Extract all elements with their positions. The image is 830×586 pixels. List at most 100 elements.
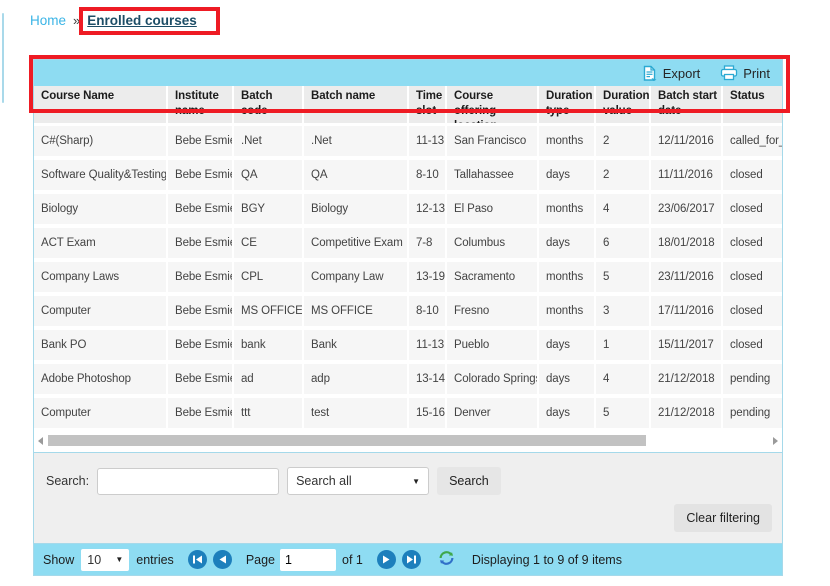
search-filter-select[interactable]: Search all ▼ (287, 467, 429, 495)
search-input[interactable] (97, 468, 279, 495)
cell-batch-code: ttt (234, 398, 304, 428)
table-header-row: Course NameInstitute nameBatch codeBatch… (34, 86, 782, 123)
cell-institute-name: Bebe Esmie (168, 398, 234, 428)
cell-duration-type: months (539, 126, 596, 156)
column-header-course-name[interactable]: Course Name (34, 86, 168, 123)
cell-batch-name: .Net (304, 126, 409, 156)
previous-page-button[interactable] (213, 550, 232, 569)
cell-batch-start-date: 23/11/2016 (651, 262, 723, 292)
column-header-duration-type[interactable]: Duration type (539, 86, 596, 123)
table-row[interactable]: ComputerBebe Esmiettttest15-16Denverdays… (34, 398, 782, 428)
cell-course-offering-location: Pueblo (447, 330, 539, 360)
cell-time-slot: 11-13 (409, 126, 447, 156)
cell-batch-start-date: 21/12/2018 (651, 398, 723, 428)
export-icon (641, 65, 658, 82)
cell-duration-value: 1 (596, 330, 651, 360)
cell-status: closed (723, 296, 782, 326)
page-number-input[interactable] (280, 549, 336, 571)
cell-batch-start-date: 23/06/2017 (651, 194, 723, 224)
cell-batch-start-date: 15/11/2017 (651, 330, 723, 360)
column-header-status[interactable]: Status (723, 86, 782, 123)
column-header-batch-start-date[interactable]: Batch start date (651, 86, 723, 123)
column-header-duration-value[interactable]: Duration value (596, 86, 651, 123)
breadcrumb-home-link[interactable]: Home (30, 13, 66, 28)
cell-course-offering-location: Denver (447, 398, 539, 428)
cell-institute-name: Bebe Esmie (168, 194, 234, 224)
table-row[interactable]: ACT ExamBebe EsmieCECompetitive Exam7-8C… (34, 228, 782, 258)
cell-institute-name: Bebe Esmie (168, 160, 234, 190)
table-row[interactable]: Adobe PhotoshopBebe Esmieadadp13-14Color… (34, 364, 782, 394)
refresh-icon[interactable] (437, 549, 456, 570)
table-body: C#(Sharp)Bebe Esmie.Net.Net11-13San Fran… (34, 123, 782, 428)
scroll-left-arrow-icon[interactable] (38, 437, 43, 445)
cell-duration-value: 2 (596, 126, 651, 156)
cell-batch-code: bank (234, 330, 304, 360)
cell-batch-name: adp (304, 364, 409, 394)
cell-time-slot: 13-19 (409, 262, 447, 292)
cell-duration-type: days (539, 330, 596, 360)
column-header-institute-name[interactable]: Institute name (168, 86, 234, 123)
table-row[interactable]: C#(Sharp)Bebe Esmie.Net.Net11-13San Fran… (34, 126, 782, 156)
page-size-select[interactable]: 10 ▼ (81, 549, 129, 571)
cell-batch-start-date: 12/11/2016 (651, 126, 723, 156)
page-size-value: 10 (87, 553, 101, 567)
cell-duration-type: days (539, 228, 596, 258)
cell-course-name: ACT Exam (34, 228, 168, 258)
cell-course-offering-location: Sacramento (447, 262, 539, 292)
cell-batch-name: test (304, 398, 409, 428)
cell-course-name: Company Laws (34, 262, 168, 292)
search-label: Search: (46, 474, 89, 488)
table-row[interactable]: Company LawsBebe EsmieCPLCompany Law13-1… (34, 262, 782, 292)
print-icon (720, 65, 738, 81)
cell-batch-name: QA (304, 160, 409, 190)
column-header-course-offering-location[interactable]: Course offering location (447, 86, 539, 123)
cell-status: closed (723, 262, 782, 292)
cell-duration-value: 5 (596, 398, 651, 428)
cell-status: pending (723, 364, 782, 394)
export-button[interactable]: Export (641, 65, 701, 82)
print-button[interactable]: Print (720, 65, 770, 81)
cell-batch-name: Biology (304, 194, 409, 224)
breadcrumb: Home » Enrolled courses (30, 13, 197, 28)
cell-duration-type: days (539, 398, 596, 428)
displaying-status: Displaying 1 to 9 of 9 items (472, 553, 622, 567)
cell-duration-value: 5 (596, 262, 651, 292)
scrollbar-thumb[interactable] (48, 435, 646, 446)
cell-batch-start-date: 21/12/2018 (651, 364, 723, 394)
cell-course-offering-location: Columbus (447, 228, 539, 258)
cell-batch-code: .Net (234, 126, 304, 156)
cell-status: pending (723, 398, 782, 428)
column-header-batch-name[interactable]: Batch name (304, 86, 409, 123)
breadcrumb-current-page: Enrolled courses (87, 13, 197, 28)
cell-batch-start-date: 11/11/2016 (651, 160, 723, 190)
column-header-time-slot[interactable]: Time slot (409, 86, 447, 123)
table-row[interactable]: Bank POBebe EsmiebankBank11-13Pueblodays… (34, 330, 782, 360)
column-header-batch-code[interactable]: Batch code (234, 86, 304, 123)
cell-batch-code: CE (234, 228, 304, 258)
table-row[interactable]: ComputerBebe EsmieMS OFFICEMS OFFICE8-10… (34, 296, 782, 326)
cell-course-name: Biology (34, 194, 168, 224)
cell-course-offering-location: San Francisco (447, 126, 539, 156)
cell-status: closed (723, 194, 782, 224)
clear-filtering-button[interactable]: Clear filtering (674, 504, 772, 532)
table-toolbar: Export Print (34, 60, 782, 86)
next-page-button[interactable] (377, 550, 396, 569)
cell-time-slot: 12-13 (409, 194, 447, 224)
search-filter-value: Search all (296, 474, 352, 488)
scroll-right-arrow-icon[interactable] (773, 437, 778, 445)
cell-duration-type: months (539, 296, 596, 326)
cell-time-slot: 8-10 (409, 296, 447, 326)
cell-course-name: Software Quality&Testing (34, 160, 168, 190)
cell-institute-name: Bebe Esmie (168, 296, 234, 326)
table-row[interactable]: BiologyBebe EsmieBGYBiology12-13El Pasom… (34, 194, 782, 224)
cell-batch-name: Bank (304, 330, 409, 360)
first-page-button[interactable] (188, 550, 207, 569)
search-button[interactable]: Search (437, 467, 501, 495)
show-label: Show (43, 553, 74, 567)
cell-duration-value: 4 (596, 194, 651, 224)
table-row[interactable]: Software Quality&TestingBebe EsmieQAQA8-… (34, 160, 782, 190)
pagination-bar: Show 10 ▼ entries Page of 1 (33, 544, 783, 576)
left-panel-edge (2, 13, 4, 103)
last-page-button[interactable] (402, 550, 421, 569)
cell-time-slot: 7-8 (409, 228, 447, 258)
